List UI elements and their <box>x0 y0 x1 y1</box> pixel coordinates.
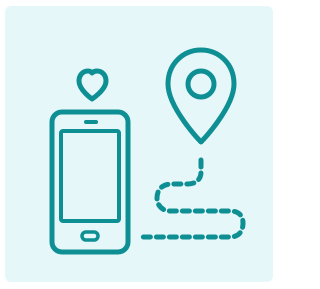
smartphone-screen <box>59 129 121 223</box>
icon-canvas <box>0 0 283 289</box>
map-pin-center <box>185 68 217 100</box>
location-sharing-illustration <box>49 47 246 255</box>
smartphone-home-button <box>80 230 100 242</box>
heart-icon <box>76 68 109 102</box>
dashed-route-icon <box>135 157 246 240</box>
